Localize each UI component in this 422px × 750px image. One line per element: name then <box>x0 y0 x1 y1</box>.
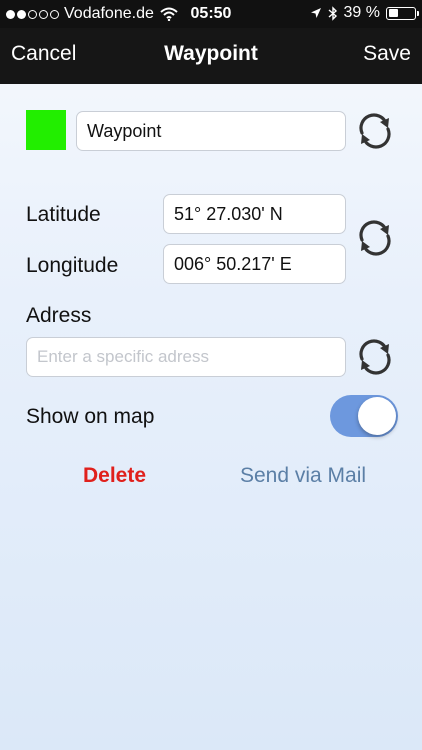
status-left: Vodafone.de <box>6 5 178 23</box>
longitude-input[interactable] <box>163 244 346 284</box>
show-on-map-label: Show on map <box>26 405 155 428</box>
waypoint-color-swatch[interactable] <box>26 110 66 150</box>
show-on-map-toggle[interactable] <box>330 395 398 437</box>
location-arrow-icon <box>310 8 321 18</box>
refresh-address-icon[interactable] <box>355 337 395 377</box>
latitude-input[interactable] <box>163 194 346 234</box>
status-bar: Vodafone.de 05:50 39 % <box>0 0 422 28</box>
battery-percent: 39 % <box>343 4 380 21</box>
address-input[interactable] <box>26 337 346 377</box>
refresh-name-icon[interactable] <box>355 111 395 151</box>
battery-icon <box>386 6 419 20</box>
signal-strength-icon <box>6 9 59 19</box>
navigation-bar: Cancel Waypoint Save <box>0 28 422 84</box>
cancel-button[interactable]: Cancel <box>11 42 76 66</box>
status-right: 39 % <box>310 4 419 22</box>
toggle-knob <box>358 397 396 435</box>
send-via-mail-button[interactable]: Send via Mail <box>240 464 366 488</box>
carrier-name: Vodafone.de <box>64 5 154 22</box>
waypoint-name-input[interactable] <box>76 111 346 151</box>
address-label: Adress <box>26 304 92 327</box>
latitude-label: Latitude <box>26 203 101 226</box>
refresh-coordinates-icon[interactable] <box>355 218 395 258</box>
longitude-label: Longitude <box>26 254 119 277</box>
wifi-icon <box>160 7 178 21</box>
bluetooth-icon <box>328 5 337 21</box>
save-button[interactable]: Save <box>363 42 411 66</box>
delete-button[interactable]: Delete <box>83 464 146 488</box>
